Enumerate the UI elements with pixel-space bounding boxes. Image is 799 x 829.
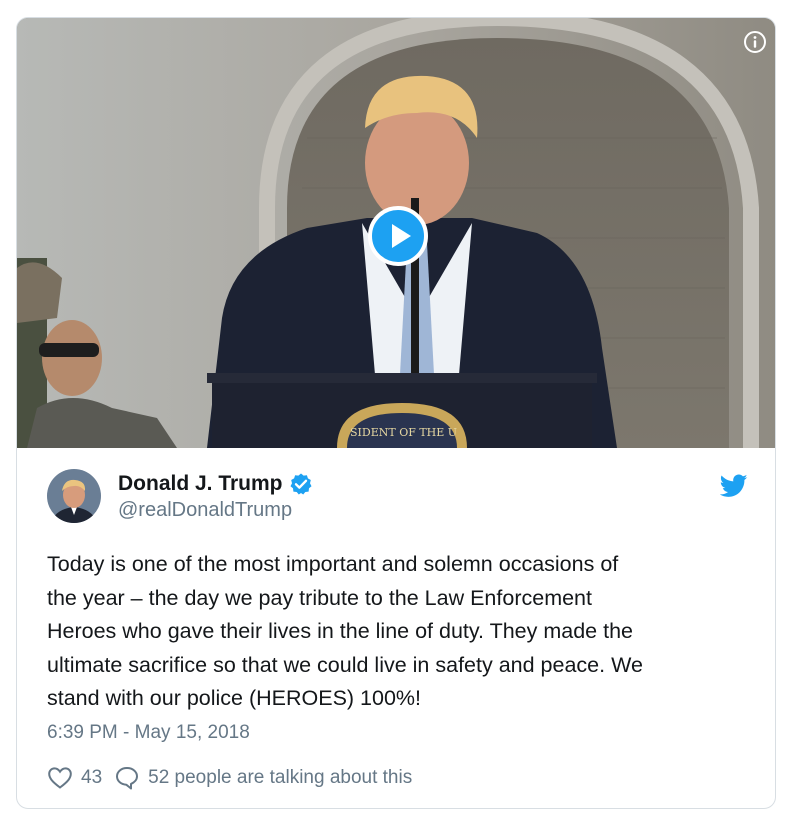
tweet-embed-card[interactable]: SIDENT OF THE U Donald J. Trump @realDon… (16, 17, 776, 809)
talking-about-text: 52 people are talking about this (148, 767, 413, 788)
author-row[interactable]: Donald J. Trump (118, 472, 313, 496)
speech-bubble-icon (116, 767, 139, 790)
tweet-actions: 43 52 people are talking about this (47, 765, 412, 791)
like-button[interactable]: 43 (47, 765, 102, 791)
podium-seal-text: SIDENT OF THE U (350, 426, 457, 439)
video-thumbnail[interactable]: SIDENT OF THE U (17, 18, 775, 448)
author-handle[interactable]: @realDonaldTrump (118, 499, 292, 522)
avatar[interactable] (47, 469, 101, 523)
conversation-link[interactable]: 52 people are talking about this (114, 765, 412, 791)
play-icon[interactable] (367, 205, 429, 267)
heart-icon (48, 767, 72, 789)
tweet-timestamp[interactable]: 6:39 PM - May 15, 2018 (47, 722, 250, 744)
info-icon[interactable] (743, 30, 767, 54)
author-name[interactable]: Donald J. Trump (118, 472, 283, 496)
tweet-text: Today is one of the most important and s… (47, 552, 643, 710)
like-count: 43 (81, 767, 103, 788)
twitter-bird-icon[interactable] (720, 474, 748, 498)
avatar-image (47, 469, 101, 523)
tweet-header: Donald J. Trump @realDonaldTrump (47, 466, 748, 526)
verified-badge-icon (290, 473, 312, 495)
